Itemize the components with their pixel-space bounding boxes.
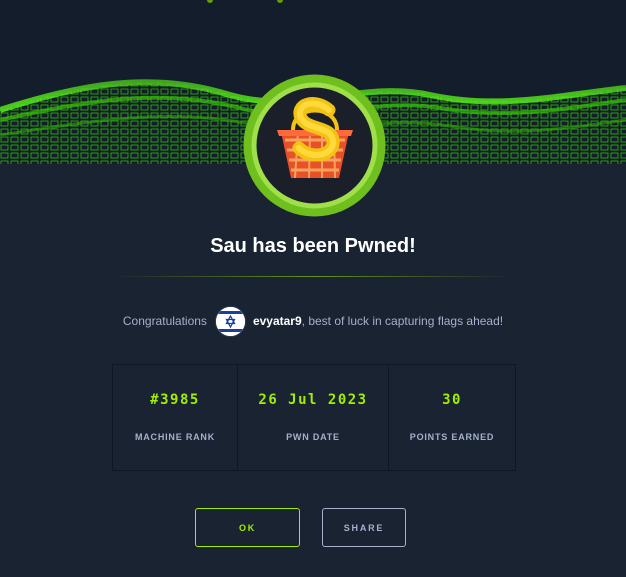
machine-rank-value: #3985: [150, 392, 200, 408]
machine-logo: [243, 74, 386, 217]
ok-button[interactable]: OK: [195, 508, 300, 547]
congratulations-message: Congratulations evyatar9 , best of luck …: [0, 305, 626, 337]
israel-flag-icon: [215, 306, 245, 336]
congrats-suffix: , best of luck in capturing flags ahead!: [301, 314, 504, 328]
pwned-title: Sau has been Pwned!: [210, 235, 416, 257]
pwn-date-value: 26 Jul 2023: [258, 392, 368, 408]
title-divider: [113, 276, 513, 277]
share-button[interactable]: SHARE: [322, 508, 406, 547]
machine-rank-label: MACHINE RANK: [134, 432, 216, 442]
congrats-prefix: Congratulations: [122, 314, 207, 328]
stats-grid: #3985 MACHINE RANK 26 Jul 2023 PWN DATE …: [112, 364, 516, 471]
points-earned-value: 30: [442, 392, 462, 408]
pwn-date-label: PWN DATE: [286, 432, 340, 442]
stat-machine-rank: #3985 MACHINE RANK: [113, 365, 238, 470]
sau-basket-logo-icon: [243, 74, 386, 217]
user-avatar[interactable]: [214, 305, 246, 337]
username[interactable]: evyatar9: [253, 314, 302, 328]
stat-pwn-date: 26 Jul 2023 PWN DATE: [238, 365, 389, 470]
points-earned-label: POINTS EARNED: [409, 432, 495, 442]
stat-points-earned: 30 POINTS EARNED: [389, 365, 515, 470]
